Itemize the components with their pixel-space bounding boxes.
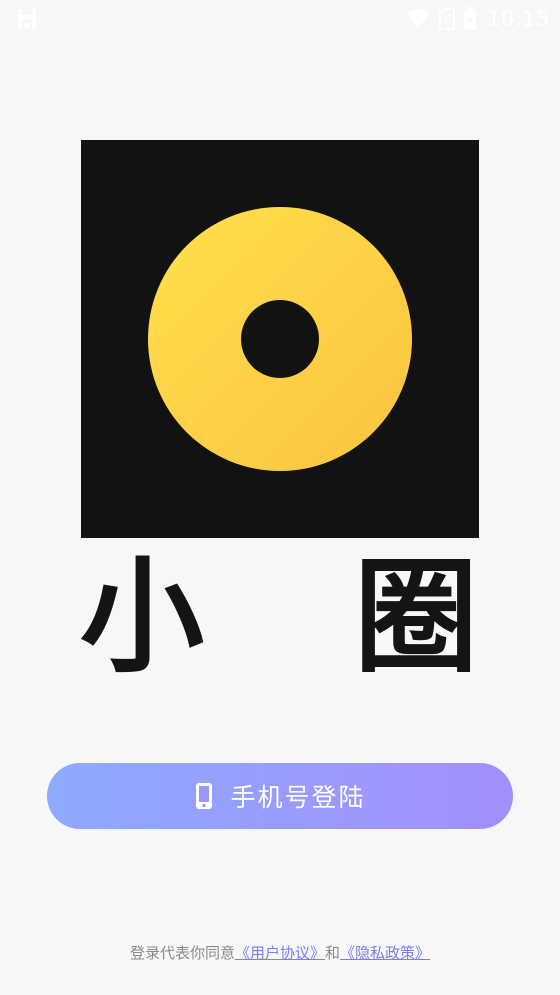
battery-icon xyxy=(463,7,477,31)
app-name-char-2: 圈 xyxy=(353,546,478,690)
status-time: 10:15 xyxy=(486,7,550,31)
status-icons: 10:15 xyxy=(397,5,550,33)
phone-icon xyxy=(194,782,214,810)
app-name: 小 圈 xyxy=(70,548,490,688)
agreement-text: 登录代表你同意《用户协议》和《隐私政策》 xyxy=(0,942,560,964)
wifi-icon xyxy=(405,8,431,30)
status-bar: 10:15 xyxy=(0,0,560,38)
ring-logo-icon xyxy=(148,207,412,471)
phone-login-label: 手机号登陆 xyxy=(230,783,366,812)
app-logo xyxy=(81,140,479,538)
agreement-connector: 和 xyxy=(325,944,341,962)
phone-login-button[interactable]: 手机号登陆 xyxy=(47,763,513,829)
sim-card-icon xyxy=(439,8,455,30)
privacy-policy-link[interactable]: 《隐私政策》 xyxy=(340,944,430,962)
app-notification-icon xyxy=(12,5,42,33)
app-name-char-1: 小 xyxy=(80,546,205,690)
agreement-prefix: 登录代表你同意 xyxy=(129,944,235,962)
user-agreement-link[interactable]: 《用户协议》 xyxy=(235,944,325,962)
